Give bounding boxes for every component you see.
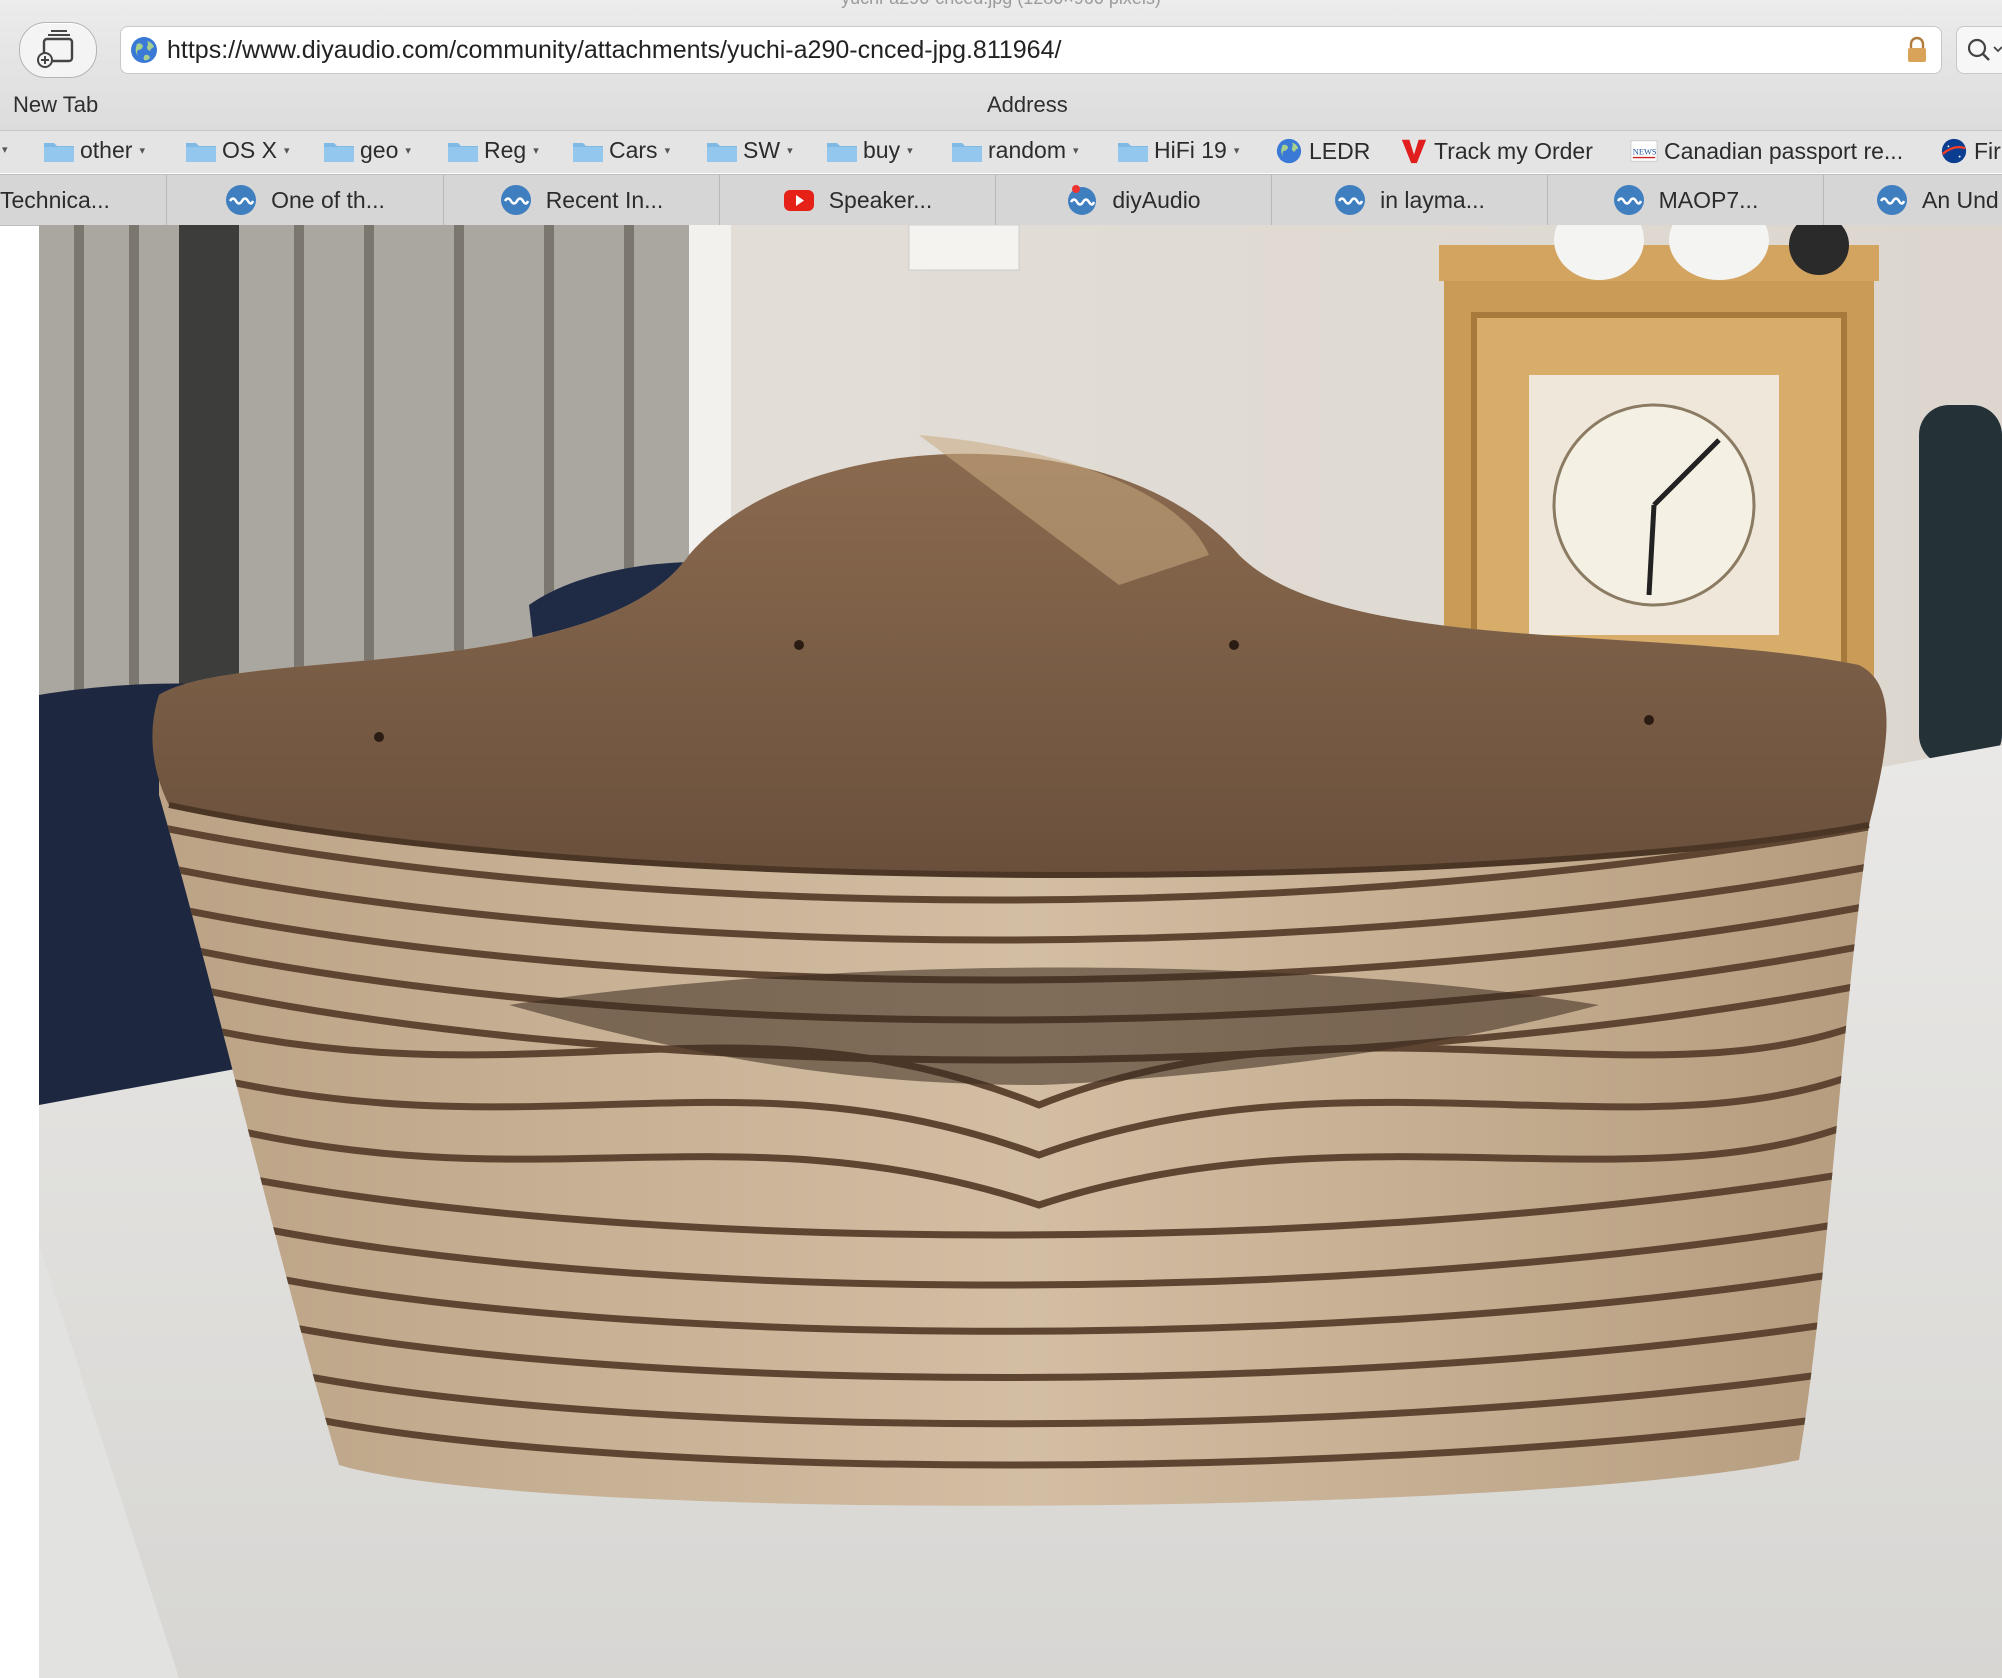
tab-label: Recent In... (545, 186, 664, 213)
address-bar[interactable]: https://www.diyaudio.com/community/attac… (120, 26, 1942, 74)
window-title: yuchi-a290-cnced.jpg (1280×960 pixels) (0, 0, 2002, 9)
lock-icon (1908, 36, 1926, 62)
tab-overview-icon (37, 30, 74, 68)
tab-one-of-th[interactable]: One of th... (167, 175, 444, 225)
bookmark-label: Fir (1974, 137, 2001, 164)
bookmark-folder-reg[interactable]: Reg ▾ (448, 137, 539, 164)
folder-icon (448, 142, 478, 162)
chevron-down-icon: ▾ (787, 145, 793, 157)
tab-label: Technica... (0, 186, 110, 213)
bookmark-label: other (80, 137, 133, 163)
chevron-down-icon: ▾ (283, 145, 290, 157)
url-text[interactable]: https://www.diyaudio.com/community/attac… (167, 36, 1061, 65)
bookmarks-bar: ▾ other ▾ OS X ▾ geo ▾ Reg ▾ Cars ▾ SW ▾ buy ▾ … (0, 130, 2002, 173)
chevron-down-icon: ▾ (533, 145, 539, 157)
wave-icon (226, 185, 257, 215)
new-tab-button[interactable] (19, 22, 97, 78)
bookmark-folder-geo[interactable]: geo ▾ (324, 137, 411, 164)
folder-icon (827, 142, 857, 162)
bookmark-ledr[interactable]: LEDR (1275, 137, 1370, 165)
chevron-down-icon: ▾ (139, 145, 145, 157)
nasa-icon (1941, 138, 1967, 164)
tab-technica[interactable]: Technica... (0, 175, 167, 225)
chevron-down-icon: ▾ (1072, 145, 1079, 157)
search-button[interactable] (1956, 26, 2002, 74)
address-label: Address (987, 92, 1068, 117)
tab-recent-in[interactable]: Recent In... (444, 175, 720, 225)
tab-in-layma[interactable]: in layma... (1272, 175, 1548, 225)
news-icon: NEWS (1630, 140, 1658, 162)
youtube-icon (783, 190, 814, 211)
wave-icon (1877, 185, 1907, 215)
bookmark-folder-hifi19[interactable]: HiFi 19 ▾ (1118, 137, 1239, 164)
folder-icon (707, 142, 737, 162)
tab-label: diyAudio (1112, 186, 1201, 213)
chevron-down-icon: ▾ (405, 145, 411, 157)
chevron-down-icon: ▾ (1233, 145, 1240, 157)
bookmark-folder-cars[interactable]: Cars ▾ (573, 137, 670, 164)
bookmark-label: Canadian passport re... (1664, 137, 1904, 164)
svg-text:NEWS: NEWS (1633, 148, 1657, 157)
tab-an-und[interactable]: An Und (1824, 175, 2002, 225)
bookmark-label: HiFi 19 (1154, 137, 1227, 163)
folder-icon (1118, 142, 1148, 162)
chevron-down-icon: ▾ (664, 145, 671, 157)
tab-label: An Und (1922, 186, 1999, 213)
v-logo-icon (1401, 139, 1427, 164)
folder-icon (573, 142, 603, 162)
wave-icon (1335, 185, 1366, 215)
bookmark-nasa[interactable]: Fir (1940, 137, 2001, 165)
tab-label: in layma... (1380, 186, 1485, 213)
bookmark-track-my-order[interactable]: Track my Order (1400, 137, 1593, 165)
bookmark-label: Reg (484, 137, 527, 163)
wave-icon (1613, 185, 1644, 215)
tab-speaker[interactable]: Speaker... (720, 175, 996, 225)
folder-icon (324, 142, 354, 162)
bookmark-label: Cars (609, 137, 658, 163)
bookmark-label: OS X (222, 137, 277, 163)
tab-label: One of th... (271, 186, 385, 213)
search-icon (1967, 38, 2002, 61)
bookmark-label: random (988, 137, 1066, 163)
browser-toolbar: yuchi-a290-cnced.jpg (1280×960 pixels) N… (0, 0, 2002, 130)
chevron-down-icon: ▾ (907, 145, 913, 157)
folder-icon (952, 142, 982, 162)
bookmark-label: buy (863, 137, 901, 163)
speaker-enclosure-photo (39, 225, 2002, 1678)
bookmark-label: LEDR (1309, 137, 1371, 164)
globe-icon (1276, 138, 1302, 164)
bookmark-label: Track my Order (1434, 137, 1593, 164)
bookmarks-overflow[interactable]: ▾ (2, 143, 8, 156)
folder-icon (44, 142, 74, 162)
bookmark-folder-other[interactable]: other ▾ (44, 137, 145, 164)
new-tab-label: New Tab (13, 92, 99, 117)
tab-maop7[interactable]: MAOP7... (1548, 175, 1824, 225)
tab-bar: Technica... One of th... Recent In... Sp… (0, 174, 2002, 226)
bookmark-folder-sw[interactable]: SW ▾ (707, 137, 793, 164)
bookmark-folder-buy[interactable]: buy ▾ (827, 137, 913, 164)
bookmark-folder-osx[interactable]: OS X ▾ (186, 137, 290, 164)
tab-label: Speaker... (828, 186, 933, 213)
bookmark-folder-random[interactable]: random ▾ (952, 137, 1079, 164)
bookmark-canadian-passport[interactable]: NEWS Canadian passport re... (1630, 137, 1903, 165)
bookmark-label: SW (743, 137, 781, 163)
diyaudio-icon (1068, 185, 1097, 215)
globe-icon (131, 37, 157, 63)
folder-icon (186, 142, 216, 162)
bookmark-label: geo (360, 137, 399, 163)
tab-label: MAOP7... (1658, 186, 1759, 213)
wave-icon (500, 185, 531, 215)
tab-diyaudio[interactable]: diyAudio (996, 175, 1272, 225)
